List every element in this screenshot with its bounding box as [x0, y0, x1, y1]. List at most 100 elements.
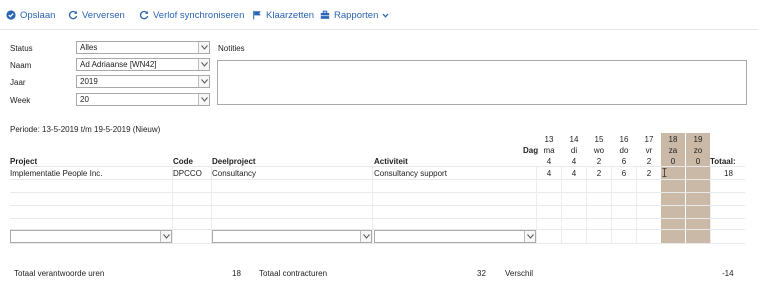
column-header-project: Project [10, 157, 38, 166]
weekday: di [570, 146, 578, 155]
weekday: zo [693, 146, 703, 155]
refresh-button[interactable]: Verversen [68, 8, 125, 22]
difference-label: Verschil [505, 269, 534, 278]
period-label: Periode: 13-5-2019 t/m 19-5-2019 (Nieuw) [10, 125, 161, 134]
toolbar: Opslaan Verversen Verlof synchroniseren … [0, 0, 758, 30]
new-subproject-select[interactable] [212, 230, 372, 243]
chevron-down-icon [201, 62, 208, 67]
reports-button[interactable]: Rapporten [320, 8, 389, 22]
grid-line [10, 218, 745, 219]
name-value: Ad Adriaanse [WN42] [80, 60, 157, 69]
week-select[interactable]: 20 [76, 93, 210, 106]
day-date: 16 [619, 135, 629, 144]
year-label: Jaar [10, 78, 26, 87]
new-activity-select[interactable] [374, 230, 536, 243]
grid-line [10, 166, 745, 167]
day-total: 2 [596, 157, 602, 166]
row-subproject[interactable]: Consultancy [212, 169, 256, 178]
day-date: 19 [693, 135, 703, 144]
day-date: 18 [668, 135, 678, 144]
column-header-activity: Activiteit [374, 157, 408, 166]
name-dropdown-button[interactable] [198, 59, 209, 70]
day-total: 0 [670, 157, 676, 166]
weekday: vr [645, 146, 653, 155]
status-select[interactable]: Alles [76, 41, 210, 54]
column-header-code: Code [173, 157, 193, 166]
day-date: 17 [644, 135, 654, 144]
row-code[interactable]: DPCCO [173, 169, 202, 178]
day-total: 6 [621, 157, 627, 166]
year-value: 2019 [80, 77, 98, 86]
day-date: 13 [544, 135, 554, 144]
grid-line [10, 179, 745, 180]
day-total: 2 [646, 157, 652, 166]
text-cursor-icon [662, 168, 667, 177]
grid-vline [372, 166, 373, 243]
refresh-label: Verversen [82, 9, 125, 21]
contract-hours-value: 32 [477, 269, 486, 278]
weekday: ma [543, 146, 555, 155]
name-label: Naam [10, 61, 32, 70]
row-activity[interactable]: Consultancy support [374, 169, 447, 178]
grid-line [10, 243, 745, 244]
weekday: do [619, 146, 629, 155]
chevron-down-icon [363, 234, 370, 239]
chevron-down-icon [527, 234, 534, 239]
accounted-hours-label: Totaal verantwoorde uren [14, 269, 105, 278]
chevron-down-icon [201, 97, 208, 102]
grid-line [10, 205, 745, 206]
ready-button[interactable]: Klaarzetten [252, 8, 314, 22]
grid-vline [710, 166, 711, 243]
weekday: wo [593, 146, 605, 155]
status-dropdown-button[interactable] [198, 42, 209, 53]
hours-cell-wo[interactable]: 2 [587, 169, 611, 178]
new-project-select[interactable] [10, 230, 172, 243]
new-activity-dropdown-button[interactable] [524, 231, 535, 242]
chevron-down-icon [201, 45, 208, 50]
day-total: 4 [571, 157, 577, 166]
hours-cell-vr[interactable]: 2 [637, 169, 661, 178]
row-total: 18 [724, 169, 733, 178]
sync-leave-button[interactable]: Verlof synchroniseren [139, 8, 244, 22]
grid-line [10, 192, 745, 193]
briefcase-icon [320, 10, 330, 19]
year-select[interactable]: 2019 [76, 75, 210, 88]
week-value: 20 [80, 95, 89, 104]
check-circle-icon [6, 10, 16, 20]
chevron-down-icon [201, 79, 208, 84]
notes-textarea[interactable] [217, 60, 747, 105]
status-value: Alles [80, 43, 98, 52]
name-select[interactable]: Ad Adriaanse [WN42] [76, 58, 210, 71]
difference-value: -14 [722, 269, 734, 278]
status-label: Status [10, 44, 33, 53]
chevron-down-icon [163, 234, 170, 239]
week-label: Week [10, 96, 31, 105]
new-project-dropdown-button[interactable] [160, 231, 171, 242]
week-dropdown-button[interactable] [198, 94, 209, 105]
row-project[interactable]: Implementatie People Inc. [10, 169, 103, 178]
day-label: Dag [523, 146, 539, 155]
contract-hours-label: Totaal contracturen [259, 269, 328, 278]
reports-label: Rapporten [334, 9, 379, 21]
refresh-icon [68, 10, 78, 20]
year-dropdown-button[interactable] [198, 76, 209, 87]
day-total: 0 [695, 157, 701, 166]
sync-label: Verlof synchroniseren [153, 9, 245, 21]
column-header-total: Totaal: [710, 157, 736, 166]
day-total: 4 [546, 157, 552, 166]
accounted-hours-value: 18 [232, 269, 241, 278]
chevron-down-icon [382, 13, 389, 18]
hours-cell-di[interactable]: 4 [562, 169, 586, 178]
hours-cell-do[interactable]: 6 [612, 169, 636, 178]
save-button[interactable]: Opslaan [6, 8, 55, 22]
sync-icon [139, 10, 149, 20]
new-subproject-dropdown-button[interactable] [360, 231, 371, 242]
day-date: 14 [569, 135, 579, 144]
notes-label: Notities [218, 44, 245, 53]
save-label: Opslaan [20, 9, 56, 21]
flag-icon [253, 10, 261, 20]
column-header-subproject: Deelproject [212, 157, 256, 166]
ready-label: Klaarzetten [266, 9, 315, 21]
day-date: 15 [594, 135, 604, 144]
hours-cell-ma[interactable]: 4 [537, 169, 561, 178]
